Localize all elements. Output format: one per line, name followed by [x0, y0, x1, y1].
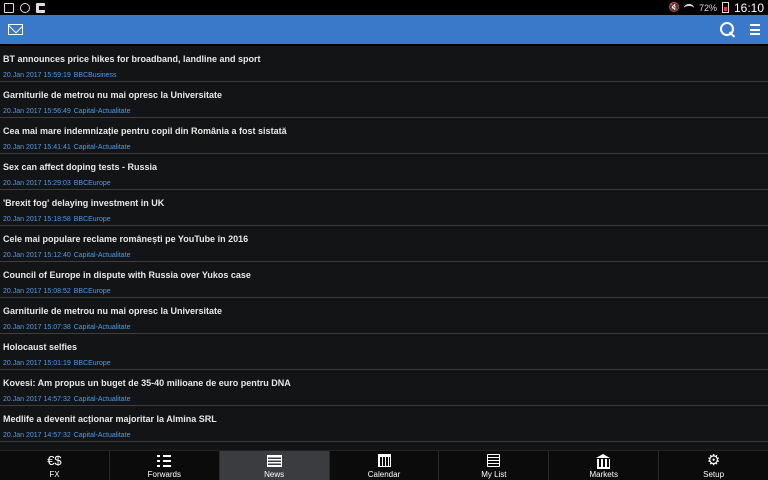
news-date: 20.Jan 2017 15:08:52 [3, 288, 71, 295]
tab-label: News [264, 469, 285, 479]
news-date: 20.Jan 2017 15:29:03 [3, 180, 71, 187]
tab-setup[interactable]: ⚙ Setup [659, 451, 768, 480]
news-item[interactable]: Holocaust selfies 20.Jan 2017 15:01:19 BBC… [0, 334, 768, 370]
news-date: 20.Jan 2017 15:59:19 [3, 72, 71, 79]
image-notification-icon [4, 2, 14, 13]
news-title: Kovesi: Am propus un buget de 35-40 mili… [3, 378, 291, 388]
news-item[interactable]: Sex can affect doping tests - Russia 20.J… [0, 154, 768, 190]
news-item[interactable]: 'Brexit fog' delaying investment in UK 20… [0, 190, 768, 226]
news-meta: 20.Jan 2017 14:57:32 Capital-Actualitate [3, 396, 134, 403]
battery-percent: 72% [698, 2, 717, 13]
calendar-icon [377, 453, 391, 469]
search-icon[interactable] [720, 21, 736, 38]
my-list-icon [487, 453, 501, 469]
news-meta: 20.Jan 2017 15:59:19 BBCBusiness [3, 72, 120, 79]
tab-markets[interactable]: Markets [549, 451, 660, 480]
battery-icon [721, 2, 729, 13]
list-icon [157, 453, 172, 469]
tab-mylist[interactable]: My List [439, 451, 550, 480]
news-date: 20.Jan 2017 14:57:32 [3, 396, 71, 403]
news-item[interactable]: Garniturile de metrou nu mai opresc la U… [0, 298, 768, 334]
news-title: Medlife a devenit acționar majoritar la … [3, 414, 217, 424]
news-title: Cea mai mare indemnizație pentru copil d… [3, 126, 287, 136]
bottom-tab-bar: €$ FX Forwards News Calendar My List Markets ⚙ S… [0, 450, 768, 480]
news-meta: 20.Jan 2017 14:57:32 Capital-Actualitate [3, 432, 134, 439]
news-date: 20.Jan 2017 15:41:41 [3, 144, 71, 151]
newspaper-icon [266, 453, 282, 469]
news-date: 20.Jan 2017 14:57:32 [3, 432, 71, 439]
euro-dollar-icon: €$ [47, 453, 62, 468]
news-meta: 20.Jan 2017 15:56:49 Capital-Actualitate [3, 108, 134, 115]
news-title: Sex can affect doping tests - Russia [3, 162, 158, 172]
tab-label: FX [49, 469, 60, 479]
tab-label: Calendar [367, 469, 401, 479]
notification-icons [4, 2, 45, 13]
bank-icon [596, 453, 611, 469]
tab-fx[interactable]: €$ FX [0, 451, 110, 480]
news-source: Capital-Actualitate [73, 432, 131, 439]
news-title: 'Brexit fog' delaying investment in UK [3, 198, 165, 208]
menu-icon[interactable] [750, 24, 760, 35]
news-date: 20.Jan 2017 15:01:19 [3, 360, 71, 367]
tab-forwards[interactable]: Forwards [110, 451, 220, 480]
news-item[interactable]: Cea mai mare indemnizație pentru copil d… [0, 118, 768, 154]
news-source: BBCBusiness [73, 72, 117, 79]
news-source: BBCEurope [73, 180, 111, 187]
status-bar: 🔇 72% 16:10 [0, 0, 768, 15]
news-date: 20.Jan 2017 15:12:40 [3, 252, 71, 259]
news-source: Capital-Actualitate [73, 396, 131, 403]
news-meta: 20.Jan 2017 15:12:40 Capital-Actualitate [3, 252, 134, 259]
news-source: Capital-Actualitate [73, 324, 131, 331]
news-title: Garniturile de metrou nu mai opresc la U… [3, 90, 223, 100]
news-title: BT announces price hikes for broadband, … [3, 54, 261, 64]
flag-notification-icon [36, 2, 45, 13]
app-bar-actions [720, 21, 760, 38]
wifi-icon [683, 3, 694, 12]
clock: 16:10 [733, 0, 764, 15]
news-meta: 20.Jan 2017 15:41:41 Capital-Actualitate [3, 144, 134, 151]
tab-label: Markets [589, 469, 618, 479]
news-item[interactable]: Cele mai populare reclame românești pe Y… [0, 226, 768, 262]
news-title: Garniturile de metrou nu mai opresc la U… [3, 306, 223, 316]
tab-label: My List [481, 469, 507, 479]
news-source: BBCEurope [73, 360, 111, 367]
news-date: 20.Jan 2017 15:18:58 [3, 216, 71, 223]
news-source: Capital-Actualitate [73, 108, 131, 115]
news-source: Capital-Actualitate [73, 144, 131, 151]
system-icons: 🔇 72% 16:10 [669, 1, 764, 15]
mail-icon[interactable] [8, 24, 23, 35]
tab-label: Setup [703, 469, 725, 479]
news-list[interactable]: BT announces price hikes for broadband, … [0, 46, 768, 450]
gear-icon: ⚙ [706, 452, 721, 469]
news-meta: 20.Jan 2017 15:18:58 BBCEurope [3, 216, 114, 223]
news-meta: 20.Jan 2017 15:07:38 Capital-Actualitate [3, 324, 134, 331]
news-source: BBCEurope [73, 288, 111, 295]
shield-notification-icon [20, 2, 30, 13]
news-item[interactable]: Garniturile de metrou nu mai opresc la U… [0, 82, 768, 118]
news-item[interactable]: Council of Europe in dispute with Russia… [0, 262, 768, 298]
news-date: 20.Jan 2017 15:56:49 [3, 108, 71, 115]
news-date: 20.Jan 2017 15:07:38 [3, 324, 71, 331]
tab-label: Forwards [147, 469, 181, 479]
news-title: Council of Europe in dispute with Russia… [3, 270, 251, 280]
news-item[interactable]: Medlife a devenit acționar majoritar la … [0, 406, 768, 442]
news-meta: 20.Jan 2017 15:08:52 BBCEurope [3, 288, 114, 295]
news-meta: 20.Jan 2017 15:29:03 BBCEurope [3, 180, 114, 187]
news-title: Holocaust selfies [3, 342, 78, 352]
app-bar [0, 15, 768, 44]
tab-calendar[interactable]: Calendar [330, 451, 440, 480]
news-item[interactable]: BT announces price hikes for broadband, … [0, 46, 768, 82]
mute-icon: 🔇 [668, 2, 680, 12]
news-source: Capital-Actualitate [73, 252, 131, 259]
news-source: BBCEurope [73, 216, 111, 223]
news-item[interactable]: Kovesi: Am propus un buget de 35-40 mili… [0, 370, 768, 406]
news-title: Cele mai populare reclame românești pe Y… [3, 234, 249, 244]
tab-news[interactable]: News [219, 451, 330, 480]
news-meta: 20.Jan 2017 15:01:19 BBCEurope [3, 360, 114, 367]
